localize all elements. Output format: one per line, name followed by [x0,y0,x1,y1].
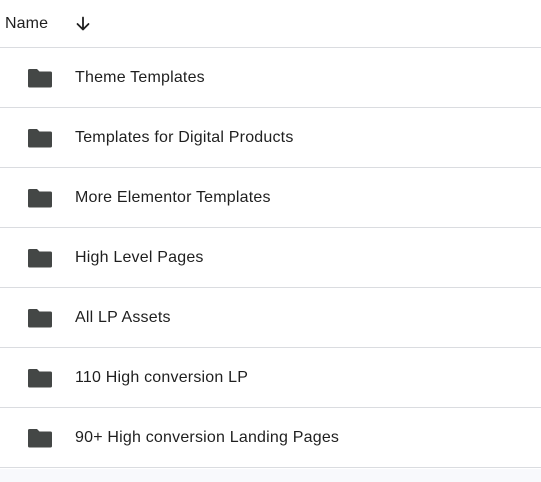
folder-name: Templates for Digital Products [75,128,294,146]
arrow-down-icon[interactable] [74,15,92,33]
folder-icon [27,428,53,448]
folder-icon [27,188,53,208]
folder-name: All LP Assets [75,308,171,326]
folder-row[interactable]: Theme Templates [0,48,541,108]
sort-by-name-button[interactable]: Name [0,0,92,47]
folder-icon [27,248,53,268]
column-header: Name [0,0,541,48]
folder-icon [27,308,53,328]
folder-row[interactable]: Templates for Digital Products [0,108,541,168]
folder-row[interactable]: 90+ High conversion Landing Pages [0,408,541,468]
folder-name: High Level Pages [75,248,204,266]
folder-icon [27,68,53,88]
folder-name: More Elementor Templates [75,188,271,206]
folder-name: 90+ High conversion Landing Pages [75,428,340,446]
folder-row[interactable]: More Elementor Templates [0,168,541,228]
folder-row[interactable]: High Level Pages [0,228,541,288]
folder-row[interactable]: 110 High conversion LP [0,348,541,408]
list-footer-strip [0,469,541,482]
folder-name: Theme Templates [75,68,205,86]
folder-row[interactable]: All LP Assets [0,288,541,348]
folder-icon [27,368,53,388]
folder-list: Theme Templates Templates for Digital Pr… [0,48,541,468]
folder-icon [27,128,53,148]
folder-name: 110 High conversion LP [75,368,249,386]
name-column-label: Name [5,14,49,32]
